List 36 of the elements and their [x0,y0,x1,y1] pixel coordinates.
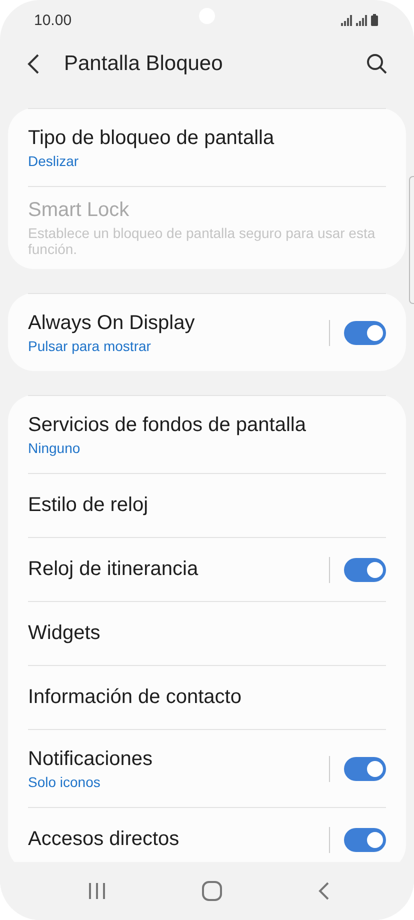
search-button[interactable] [366,53,388,75]
setting-description: Establece un bloqueo de pantalla seguro para usar esta función. [28,225,376,257]
setting-title: Widgets [28,622,102,645]
page-title: Pantalla Bloqueo [64,52,224,76]
setting-row[interactable]: Estilo de reloj [28,473,386,537]
setting-title: Servicios de fondos de pantalla [28,414,307,436]
setting-title: Always On Display [28,312,196,334]
toggle-switch[interactable] [344,320,386,344]
setting-row[interactable]: Tipo de bloqueo de pantalla Deslizar [28,108,386,186]
toggle-switch[interactable] [344,828,386,852]
setting-title: Notificaciones [28,748,154,770]
setting-title: Smart Lock [28,199,130,222]
setting-row[interactable]: Reloj de itinerancia [28,537,386,601]
setting-row[interactable]: Widgets [28,601,386,665]
setting-title: Estilo de reloj [28,494,150,517]
setting-row[interactable]: Información de contacto [28,665,386,729]
status-time: 10.00 [34,12,72,28]
toggle-switch[interactable] [344,558,386,582]
toggle-switch[interactable] [344,756,386,780]
setting-title: Información de contacto [28,686,242,709]
setting-value: Solo iconos [28,774,102,790]
setting-row[interactable]: Servicios de fondos de pantalla Ninguno [28,395,386,473]
back-nav-button[interactable] [316,881,331,901]
setting-value: Deslizar [28,152,80,168]
signal-icon [341,15,353,26]
setting-value: Pulsar para mostrar [28,338,152,354]
recent-apps-button[interactable] [87,882,108,900]
home-button[interactable] [202,881,222,901]
battery-icon [371,14,378,26]
setting-title: Reloj de itinerancia [28,558,200,581]
scrollbar[interactable] [409,176,414,304]
setting-row[interactable]: Notificaciones Solo iconos [28,729,386,807]
setting-title: Accesos directos [28,828,180,851]
signal-icon [356,15,368,26]
setting-value: Ninguno [28,440,82,456]
setting-title: Tipo de bloqueo de pantalla [28,126,276,150]
